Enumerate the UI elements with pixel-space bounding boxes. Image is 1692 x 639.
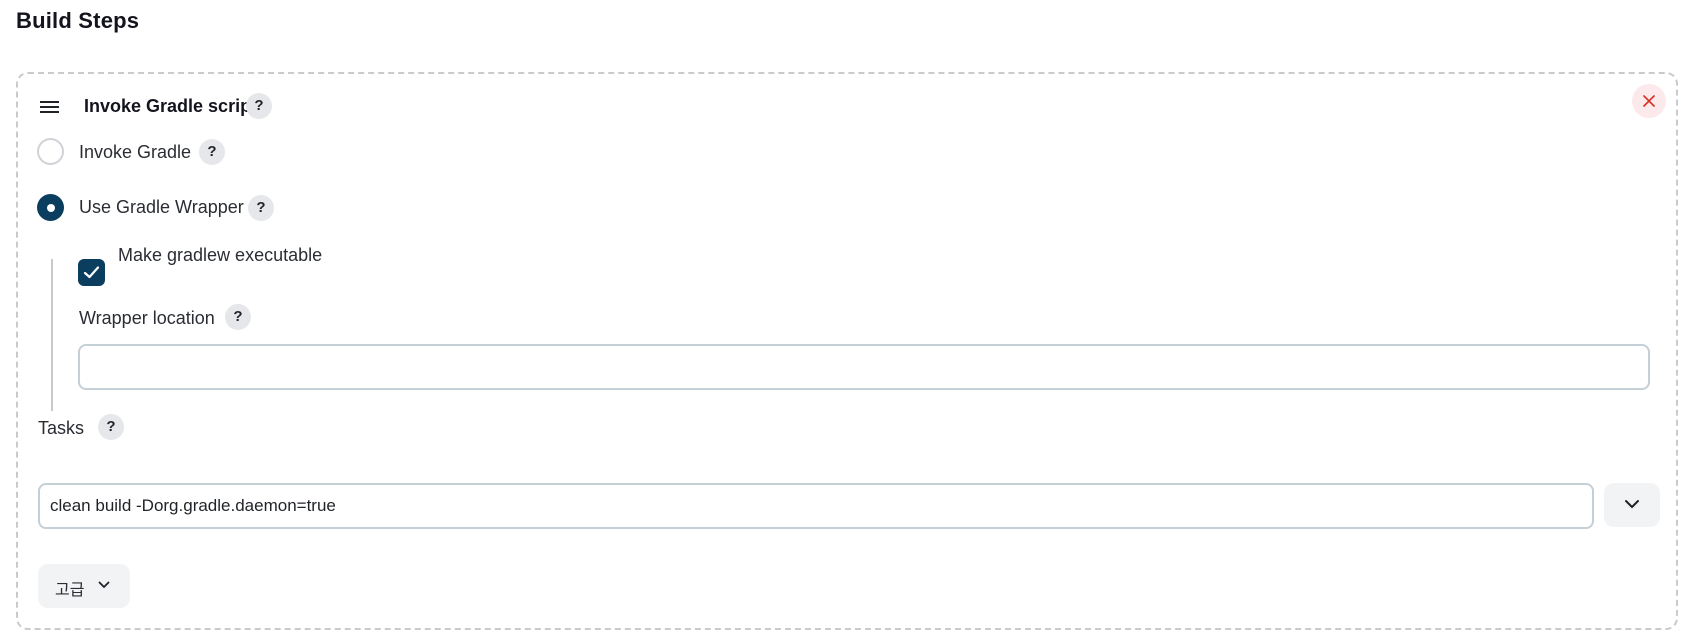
chevron-down-icon: [98, 581, 110, 588]
tasks-help-button[interactable]: ?: [98, 414, 124, 440]
invoke-gradle-radio[interactable]: [37, 138, 64, 165]
checkmark-icon: [83, 266, 100, 279]
build-step-card: Invoke Gradle script ? Invoke Gradle ? U…: [16, 72, 1678, 630]
step-title: Invoke Gradle script: [84, 96, 258, 116]
invoke-gradle-help-button[interactable]: ?: [199, 139, 225, 165]
close-icon: [1643, 95, 1655, 107]
invoke-gradle-label[interactable]: Invoke Gradle: [79, 142, 191, 163]
wrapper-location-help-button[interactable]: ?: [225, 304, 251, 330]
use-gradle-wrapper-radio[interactable]: [37, 194, 64, 221]
advanced-button[interactable]: 고급: [38, 564, 130, 608]
tasks-input[interactable]: clean build -Dorg.gradle.daemon=true: [38, 483, 1594, 529]
wrapper-location-label: Wrapper location: [79, 308, 215, 328]
tasks-label: Tasks: [38, 418, 85, 438]
hamburger-icon[interactable]: [40, 100, 60, 114]
tasks-expand-button[interactable]: [1604, 483, 1660, 527]
advanced-label: 고급: [55, 580, 85, 599]
make-gradlew-executable-label[interactable]: Make gradlew executable: [118, 245, 322, 266]
wrapper-location-input[interactable]: [78, 344, 1650, 390]
make-gradlew-executable-checkbox[interactable]: [78, 259, 105, 286]
delete-step-button[interactable]: [1632, 84, 1666, 118]
use-gradle-wrapper-help-button[interactable]: ?: [248, 195, 274, 221]
use-gradle-wrapper-label[interactable]: Use Gradle Wrapper: [79, 197, 244, 218]
step-help-button[interactable]: ?: [246, 93, 272, 119]
chevron-down-icon: [1625, 500, 1639, 508]
nested-section-bar: [51, 259, 53, 411]
section-title: Build Steps: [16, 8, 140, 33]
